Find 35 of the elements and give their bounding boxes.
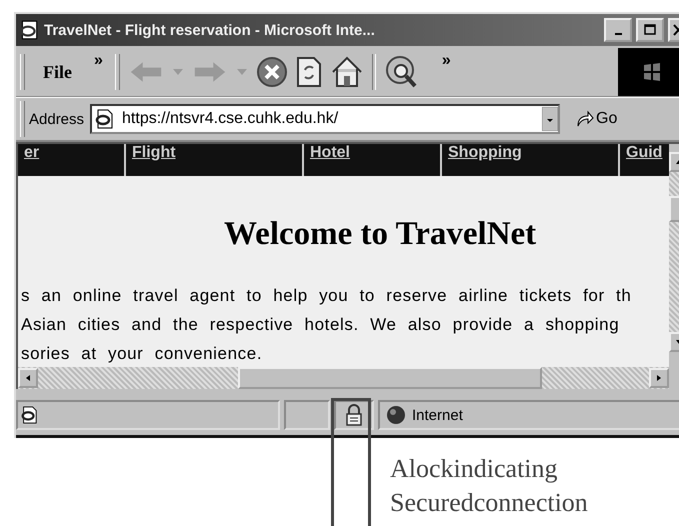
maximize-icon bbox=[643, 24, 657, 36]
nav-link[interactable]: Guid bbox=[620, 144, 662, 176]
address-label: Address bbox=[29, 110, 84, 128]
curved-arrow-icon bbox=[576, 110, 594, 128]
window-title: TravelNet - Flight reservation - Microsoft Inte... bbox=[44, 22, 376, 38]
dropdown-button[interactable] bbox=[542, 107, 558, 131]
left-triangle-icon bbox=[24, 374, 32, 382]
right-triangle-icon bbox=[655, 374, 663, 382]
scrollbar-thumb[interactable] bbox=[238, 367, 542, 389]
minimize-icon bbox=[614, 33, 622, 35]
scroll-left-button[interactable] bbox=[18, 368, 38, 388]
scroll-right-button[interactable] bbox=[649, 368, 669, 388]
refresh-icon[interactable] bbox=[296, 56, 322, 88]
page-icon bbox=[20, 406, 38, 424]
home-icon[interactable] bbox=[330, 55, 364, 89]
annotation-text: Alockindicating bbox=[390, 453, 559, 485]
maximize-button[interactable] bbox=[636, 18, 664, 42]
more-chevron[interactable]: » bbox=[442, 52, 451, 70]
minimize-button[interactable] bbox=[604, 18, 632, 42]
annotation-text: Securedconnection bbox=[390, 487, 588, 519]
body-text-line: sories at your convenience. bbox=[20, 343, 264, 365]
menu-item[interactable]: File bbox=[33, 62, 86, 82]
zone-label: Internet bbox=[412, 406, 463, 424]
page-icon bbox=[94, 109, 114, 129]
page-heading: Welcome to TravelNet bbox=[223, 216, 538, 253]
horizontal-scrollbar[interactable] bbox=[18, 367, 669, 389]
body-text-line: s an online travel agent to help you to reserve airline tickets for th bbox=[20, 285, 632, 307]
status-pane bbox=[284, 400, 330, 430]
go-button[interactable]: Go bbox=[572, 110, 622, 128]
globe-icon bbox=[386, 405, 406, 425]
more-chevron[interactable]: » bbox=[94, 52, 103, 70]
stop-icon[interactable] bbox=[256, 56, 288, 88]
body-text-line: Asian cities and the respective hotels. We also provide a shopping bbox=[20, 314, 620, 336]
address-field[interactable]: https://ntsvr4.cse.cuhk.edu.hk/ bbox=[90, 104, 560, 134]
windows-logo-icon bbox=[618, 48, 679, 96]
